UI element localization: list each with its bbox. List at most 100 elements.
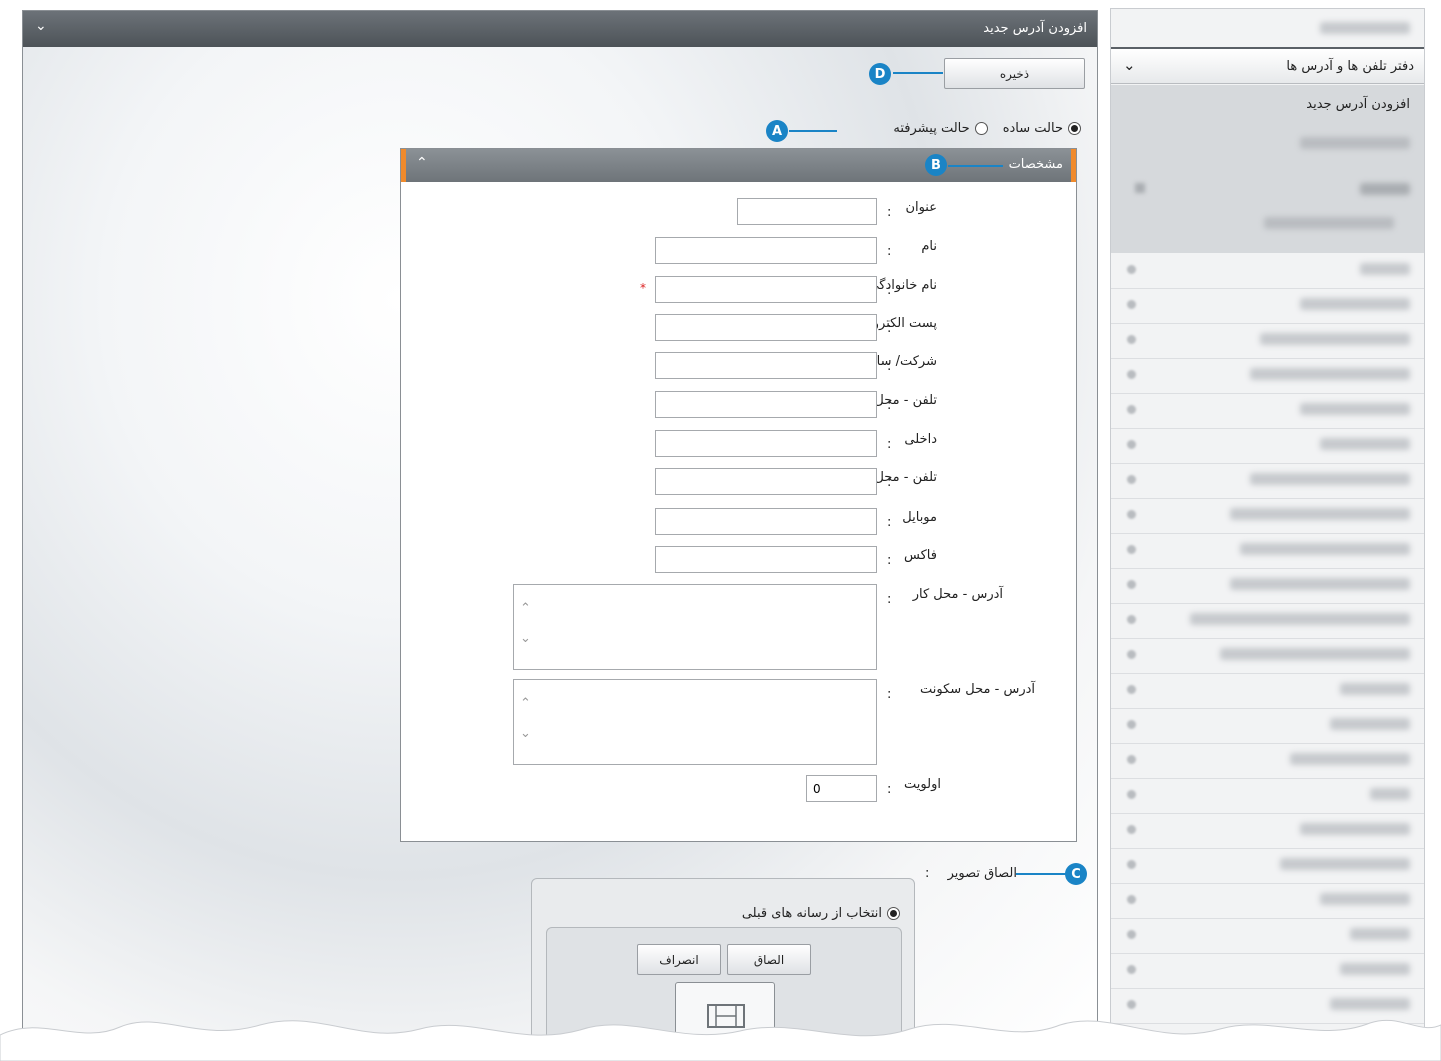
sidebar-section-title: دفتر تلفن ها و آدرس ها <box>1286 59 1414 74</box>
field-colon: : <box>887 321 892 336</box>
chevron-up-icon[interactable]: ⌃ <box>416 155 428 171</box>
chevron-down-icon[interactable]: ⌄ <box>1123 56 1136 74</box>
attach-button[interactable]: الصاق <box>727 944 811 975</box>
sidebar-item[interactable] <box>1111 463 1424 499</box>
blurred-text <box>1320 22 1410 34</box>
sidebar-item[interactable] <box>1111 533 1424 569</box>
callout-line-c <box>1016 873 1066 875</box>
sidebar-item[interactable] <box>1111 673 1424 709</box>
field-label-work-address: آدرس - محل کار <box>912 587 1003 602</box>
media-source-option: انتخاب از رسانه های قبلی <box>742 906 900 921</box>
field-label-extension: داخلی <box>904 432 937 447</box>
simple-mode-radio[interactable] <box>1068 122 1081 135</box>
sidebar-item[interactable] <box>1111 603 1424 639</box>
callout-d: D <box>869 63 891 85</box>
callout-line-a <box>789 130 837 132</box>
scroll-down-icon[interactable]: ⌄ <box>520 631 531 646</box>
field-label-title: عنوان <box>905 200 937 215</box>
main-panel: ⌄ افزودن آدرس جدید ذخیره D حالت ساده حال… <box>22 10 1098 1057</box>
sidebar-item[interactable] <box>1111 883 1424 919</box>
extension-input[interactable] <box>655 430 877 457</box>
work-phone-input[interactable] <box>655 391 877 418</box>
callout-c: C <box>1065 863 1087 885</box>
fax-input[interactable] <box>655 546 877 573</box>
blurred-text <box>1360 183 1410 195</box>
field-colon: : <box>887 782 892 797</box>
first-name-input[interactable] <box>655 237 877 264</box>
field-colon: : <box>887 515 892 530</box>
email-input[interactable] <box>655 314 877 341</box>
sidebar-submenu <box>1111 123 1424 253</box>
page-title: افزودن آدرس جدید <box>983 21 1087 36</box>
sidebar-top-item[interactable] <box>1111 15 1424 43</box>
field-label-mobile: موبایل <box>902 510 937 525</box>
field-label-priority: اولویت <box>904 777 941 792</box>
priority-input[interactable] <box>806 775 877 802</box>
field-colon: : <box>887 437 892 452</box>
chevron-down-icon[interactable]: ⌄ <box>35 18 47 34</box>
sidebar-item[interactable] <box>1111 568 1424 604</box>
field-colon: : <box>887 283 892 298</box>
company-input[interactable] <box>655 352 877 379</box>
field-colon: : <box>887 592 892 607</box>
home-phone-input[interactable] <box>655 468 877 495</box>
advanced-mode-label[interactable]: حالت پیشرفته <box>893 121 969 136</box>
previous-media-label[interactable]: انتخاب از رسانه های قبلی <box>742 906 882 921</box>
scroll-up-icon[interactable]: ⌃ <box>520 696 531 711</box>
sidebar-section-header[interactable]: ⌄ دفتر تلفن ها و آدرس ها <box>1111 47 1424 84</box>
attach-colon: : <box>925 866 930 881</box>
title-input[interactable] <box>737 198 877 225</box>
blurred-text <box>1300 137 1410 149</box>
sidebar-item[interactable] <box>1111 288 1424 324</box>
field-colon: : <box>887 475 892 490</box>
field-colon: : <box>887 553 892 568</box>
sidebar-item[interactable] <box>1111 428 1424 464</box>
sidebar-item-add-address[interactable]: افزودن آدرس جدید <box>1111 85 1424 123</box>
sidebar-item[interactable] <box>1111 638 1424 674</box>
details-section-title: مشخصات <box>1008 157 1063 172</box>
work-address-textarea[interactable]: ⌃ ⌄ <box>513 584 877 670</box>
blurred-icon <box>1135 183 1145 193</box>
field-colon: : <box>887 398 892 413</box>
cancel-button[interactable]: انصراف <box>637 944 721 975</box>
callout-line-d <box>893 72 943 74</box>
sidebar-item[interactable] <box>1111 918 1424 954</box>
sidebar-item[interactable] <box>1111 953 1424 989</box>
field-label-fax: فاکس <box>904 548 937 563</box>
mode-selector: حالت ساده حالت پیشرفته <box>893 121 1081 136</box>
last-name-input[interactable] <box>655 276 877 303</box>
callout-line-b <box>948 165 1003 167</box>
field-colon: : <box>887 687 892 702</box>
sidebar-item[interactable] <box>1111 708 1424 744</box>
sidebar-item-label: افزودن آدرس جدید <box>1306 97 1410 112</box>
scroll-up-icon[interactable]: ⌃ <box>520 601 531 616</box>
field-colon: : <box>887 359 892 374</box>
field-label-home-address: آدرس - محل سکونت <box>919 682 1035 697</box>
sidebar-item[interactable] <box>1111 848 1424 884</box>
field-colon: : <box>887 244 892 259</box>
home-address-textarea[interactable]: ⌃ ⌄ <box>513 679 877 765</box>
previous-media-radio[interactable] <box>887 907 900 920</box>
sidebar-item[interactable] <box>1111 253 1424 289</box>
sidebar-item[interactable] <box>1111 498 1424 534</box>
required-mark: * <box>640 281 646 295</box>
mobile-input[interactable] <box>655 508 877 535</box>
save-button[interactable]: ذخیره <box>944 58 1085 89</box>
simple-mode-label[interactable]: حالت ساده <box>1003 121 1063 136</box>
callout-b: B <box>925 154 947 176</box>
sidebar-item[interactable] <box>1111 743 1424 779</box>
advanced-mode-radio[interactable] <box>974 122 988 135</box>
blurred-text <box>1264 217 1394 229</box>
torn-edge-decoration <box>0 1019 1441 1061</box>
field-colon: : <box>887 205 892 220</box>
sidebar-item[interactable] <box>1111 393 1424 429</box>
sidebar-item[interactable] <box>1111 813 1424 849</box>
scroll-down-icon[interactable]: ⌄ <box>520 726 531 741</box>
main-panel-header: ⌄ افزودن آدرس جدید <box>23 11 1097 47</box>
sidebar-item[interactable] <box>1111 358 1424 394</box>
sidebar-item[interactable] <box>1111 323 1424 359</box>
sidebar: ⌄ دفتر تلفن ها و آدرس ها افزودن آدرس جدی… <box>1110 8 1425 1045</box>
field-label-first-name: نام <box>921 239 937 254</box>
sidebar-item[interactable] <box>1111 778 1424 814</box>
attach-image-label: الصاق تصویر <box>947 866 1017 881</box>
